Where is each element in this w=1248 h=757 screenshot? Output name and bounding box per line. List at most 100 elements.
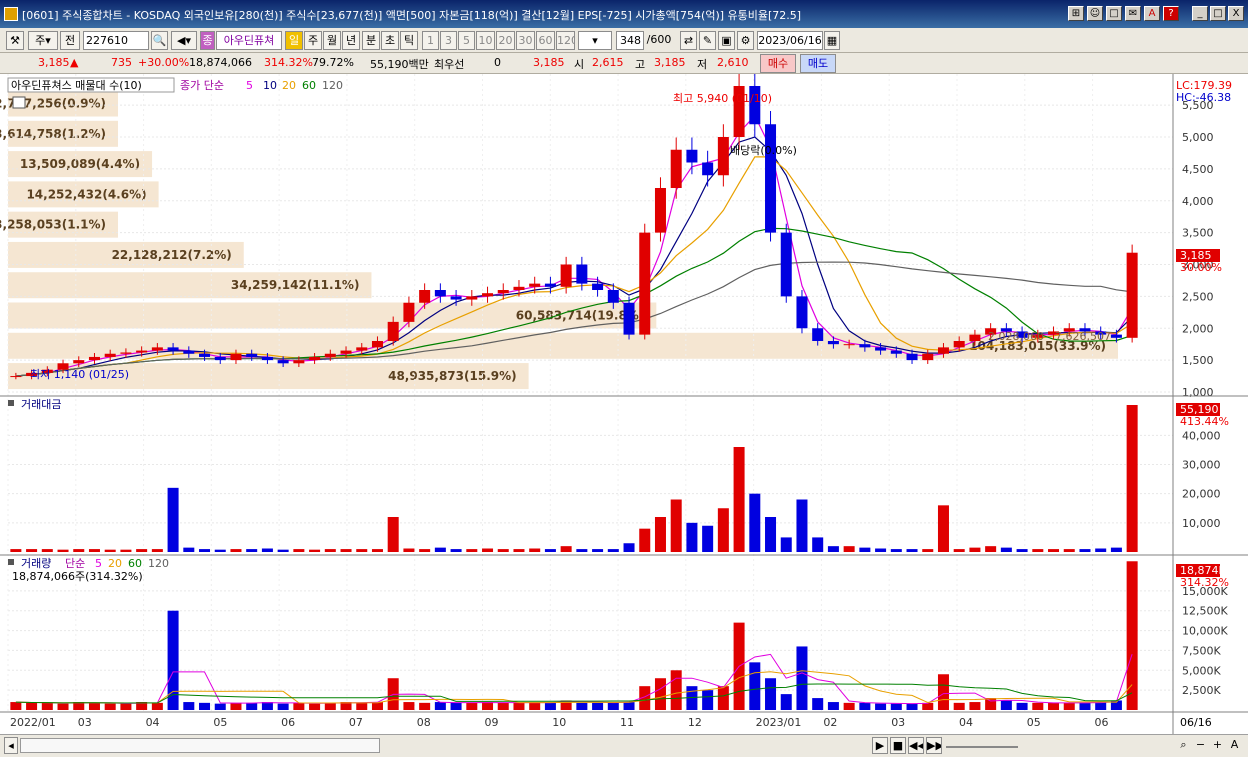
mail-icon[interactable]: ✉ <box>1125 6 1141 21</box>
code-input[interactable]: 227610 <box>83 31 149 50</box>
interval-120[interactable]: 120 <box>556 31 575 50</box>
interval-60[interactable]: 60 <box>536 31 555 50</box>
amount-bar <box>985 546 997 552</box>
rewind-icon[interactable]: ◀◀ <box>908 737 924 754</box>
user-button[interactable]: ☺ <box>1087 6 1103 21</box>
interval-select[interactable]: ▾ <box>578 31 612 50</box>
candle-body <box>560 264 572 287</box>
ma10-label[interactable]: 10 <box>263 79 277 92</box>
volume-tick-label: 5,000K <box>1182 664 1221 677</box>
sell-button[interactable]: 매도 <box>800 54 836 73</box>
interval-10[interactable]: 10 <box>476 31 495 50</box>
tab-tick[interactable]: 틱 <box>400 31 418 50</box>
candle-body <box>309 356 321 361</box>
tab-minute[interactable]: 분 <box>362 31 380 50</box>
market-select[interactable]: 주▾ <box>28 31 58 50</box>
amount-bar <box>607 549 619 552</box>
volume-legend[interactable]: 거래량 <box>21 557 51 570</box>
zoom-icon[interactable]: ⌕ <box>1176 737 1191 754</box>
price-legend-title[interactable]: 아우딘퓨쳐스 매물대 수(10) <box>11 79 142 92</box>
chart-scrollbar[interactable]: ◂ ▶ ■ ◀◀ ▶▶ ⌕ − + A <box>0 734 1248 757</box>
amount-bar <box>937 505 949 552</box>
tab-day[interactable]: 일 <box>285 31 303 50</box>
search-icon[interactable]: 🔍 <box>151 31 168 50</box>
candle-body <box>827 341 839 345</box>
speed-slider[interactable] <box>946 746 1018 748</box>
ma20-label[interactable]: 20 <box>282 79 296 92</box>
amount-bar <box>890 549 902 552</box>
tools-icon[interactable]: ⚒ <box>6 31 24 50</box>
stock-name[interactable]: 아우딘퓨쳐 <box>216 31 282 50</box>
grid-icon[interactable] <box>12 96 26 109</box>
amount-bar <box>953 549 965 552</box>
forward-icon[interactable]: ▶▶ <box>926 737 942 754</box>
vol-ma-label[interactable]: 단순 <box>65 557 85 570</box>
count-input[interactable]: 348 <box>616 31 644 50</box>
interval-3[interactable]: 3 <box>440 31 457 50</box>
candle-body <box>654 188 666 233</box>
vol-ma120-label[interactable]: 120 <box>148 557 169 570</box>
amount-bar <box>293 549 305 552</box>
calendar-icon[interactable]: ▦ <box>824 31 840 50</box>
vol-ma5-label[interactable]: 5 <box>95 557 102 570</box>
close-button[interactable]: X <box>1228 6 1244 21</box>
trade-amount: 55,190백만 <box>370 58 429 71</box>
low-marker: 최저 1,140 (01/25) <box>30 368 129 381</box>
volume-bar <box>277 703 289 710</box>
font-button[interactable]: A <box>1144 6 1160 21</box>
candle-body <box>544 283 556 287</box>
amount-tick-label: 10,000 <box>1182 517 1221 530</box>
maximize-button[interactable]: □ <box>1210 6 1226 21</box>
scroll-left-icon[interactable]: ◂ <box>4 737 18 754</box>
ma60-label[interactable]: 60 <box>302 79 316 92</box>
zoom-in-icon[interactable]: + <box>1210 737 1225 754</box>
amount-bar <box>88 549 100 552</box>
vol-ma20-label[interactable]: 20 <box>108 557 122 570</box>
interval-5[interactable]: 5 <box>458 31 475 50</box>
interval-1[interactable]: 1 <box>422 31 439 50</box>
ma5-label[interactable]: 5 <box>246 79 253 92</box>
tab-second[interactable]: 초 <box>381 31 399 50</box>
interval-20[interactable]: 20 <box>496 31 515 50</box>
candle-body <box>796 296 808 329</box>
layout-button[interactable]: ⊞ <box>1068 6 1084 21</box>
help-button[interactable]: ? <box>1163 6 1179 21</box>
amount-bar <box>717 508 729 552</box>
interval-30[interactable]: 30 <box>516 31 535 50</box>
ma-legend-label[interactable]: 종가 단순 <box>180 79 224 92</box>
ma120-label[interactable]: 120 <box>322 79 343 92</box>
swap-icon[interactable]: ⇄ <box>680 31 697 50</box>
window-button[interactable]: □ <box>1106 6 1122 21</box>
candle-body <box>199 353 211 357</box>
price-tick-label: 3,500 <box>1182 227 1214 240</box>
speaker-icon[interactable]: ◀▾ <box>171 31 197 50</box>
volume-bar <box>953 702 965 710</box>
tab-month[interactable]: 월 <box>323 31 341 50</box>
settings-icon[interactable]: ⚙ <box>737 31 754 50</box>
candle-body <box>214 356 226 361</box>
vol-ma60-label[interactable]: 60 <box>128 557 142 570</box>
save-icon[interactable]: ▣ <box>718 31 735 50</box>
play-icon[interactable]: ▶ <box>872 737 888 754</box>
tab-year[interactable]: 년 <box>342 31 360 50</box>
minimize-button[interactable]: _ <box>1192 6 1208 21</box>
stop-icon[interactable]: ■ <box>890 737 906 754</box>
prev-button[interactable]: 전 <box>60 31 80 50</box>
volume-bar <box>670 670 682 710</box>
font-size-icon[interactable]: A <box>1227 737 1242 754</box>
amount-bar <box>246 549 258 552</box>
scroll-thumb[interactable] <box>20 738 380 753</box>
volume-bar <box>1000 700 1012 710</box>
zoom-out-icon[interactable]: − <box>1193 737 1208 754</box>
chart-canvas[interactable]: 2,727,256(0.9%)3,614,758(1.2%)13,509,089… <box>0 71 1248 734</box>
draw-icon[interactable]: ✎ <box>699 31 716 50</box>
volume-bar <box>434 702 446 710</box>
candle-body <box>230 353 242 361</box>
buy-button[interactable]: 매수 <box>760 54 796 73</box>
amount-legend[interactable]: 거래대금 <box>21 398 61 411</box>
chart-area[interactable]: 2,727,256(0.9%) 3,614,758(1.2%) 13,509,089… <box>0 71 1248 734</box>
x-tick-label: 06 <box>281 716 295 729</box>
date-input[interactable]: 2023/06/16 <box>757 31 823 50</box>
tab-week[interactable]: 주 <box>304 31 322 50</box>
amount-bar <box>230 549 242 552</box>
